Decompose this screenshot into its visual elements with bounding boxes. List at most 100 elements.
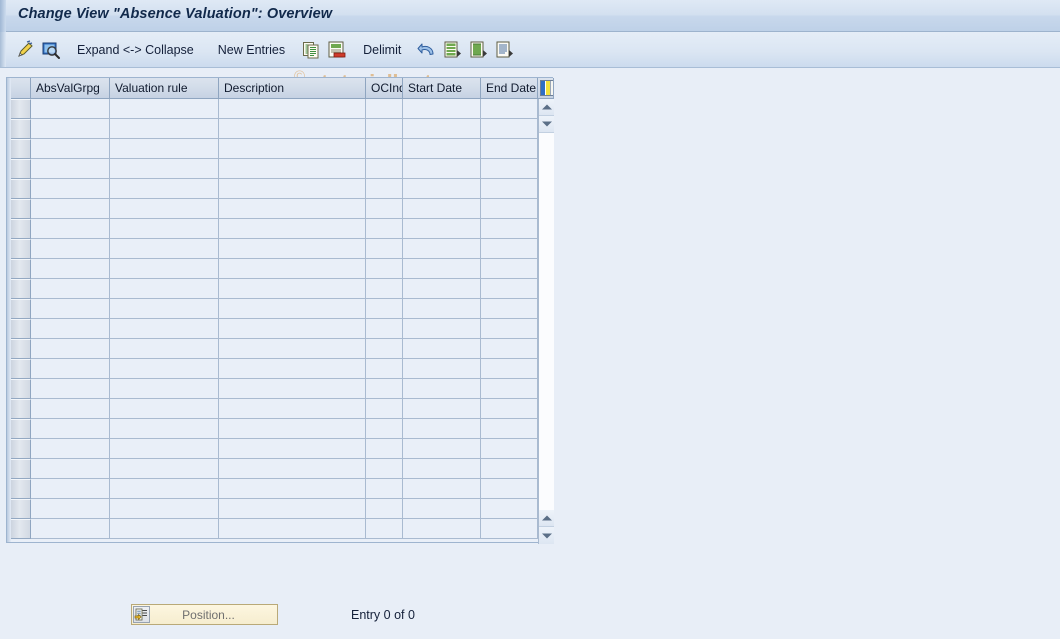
table-cell-start_date[interactable] (403, 239, 481, 259)
row-select-handle[interactable] (11, 219, 31, 239)
table-cell-description[interactable] (219, 159, 366, 179)
table-row[interactable] (11, 479, 554, 499)
table-row[interactable] (11, 419, 554, 439)
row-select-handle[interactable] (11, 119, 31, 139)
table-cell-valuation_rule[interactable] (110, 159, 219, 179)
table-cell-valuation_rule[interactable] (110, 379, 219, 399)
table-cell-absvalgrpg[interactable] (31, 439, 110, 459)
table-cell-absvalgrpg[interactable] (31, 399, 110, 419)
table-cell-description[interactable] (219, 519, 366, 539)
table-cell-ocind[interactable] (366, 359, 403, 379)
table-cell-start_date[interactable] (403, 319, 481, 339)
table-cell-description[interactable] (219, 479, 366, 499)
copy-as-button[interactable] (298, 37, 324, 63)
table-cell-description[interactable] (219, 139, 366, 159)
column-header-absvalgrpg[interactable]: AbsValGrpg (31, 78, 110, 99)
table-cell-absvalgrpg[interactable] (31, 179, 110, 199)
table-cell-start_date[interactable] (403, 339, 481, 359)
table-cell-end_date[interactable] (481, 499, 538, 519)
table-cell-start_date[interactable] (403, 279, 481, 299)
table-cell-description[interactable] (219, 199, 366, 219)
table-cell-absvalgrpg[interactable] (31, 139, 110, 159)
table-cell-start_date[interactable] (403, 159, 481, 179)
table-row[interactable] (11, 179, 554, 199)
table-row[interactable] (11, 439, 554, 459)
row-select-handle[interactable] (11, 179, 31, 199)
row-select-handle[interactable] (11, 99, 31, 119)
row-select-handle[interactable] (11, 279, 31, 299)
row-select-handle[interactable] (11, 239, 31, 259)
delimit-button[interactable]: Delimit (358, 37, 406, 63)
select-all-columns-button[interactable] (538, 78, 554, 99)
table-cell-end_date[interactable] (481, 199, 538, 219)
table-row[interactable] (11, 399, 554, 419)
table-cell-absvalgrpg[interactable] (31, 379, 110, 399)
table-cell-valuation_rule[interactable] (110, 359, 219, 379)
row-select-handle[interactable] (11, 499, 31, 519)
table-cell-valuation_rule[interactable] (110, 319, 219, 339)
table-cell-absvalgrpg[interactable] (31, 119, 110, 139)
table-cell-absvalgrpg[interactable] (31, 339, 110, 359)
row-select-handle[interactable] (11, 319, 31, 339)
table-cell-absvalgrpg[interactable] (31, 199, 110, 219)
scrollbar-track[interactable] (539, 133, 554, 510)
column-header-ocind[interactable]: OCInd (366, 78, 403, 99)
table-cell-end_date[interactable] (481, 159, 538, 179)
table-cell-end_date[interactable] (481, 139, 538, 159)
table-cell-ocind[interactable] (366, 119, 403, 139)
table-cell-end_date[interactable] (481, 399, 538, 419)
table-cell-end_date[interactable] (481, 299, 538, 319)
table-cell-absvalgrpg[interactable] (31, 219, 110, 239)
scroll-up-button-bottom[interactable] (539, 510, 554, 527)
table-cell-start_date[interactable] (403, 299, 481, 319)
table-cell-ocind[interactable] (366, 339, 403, 359)
table-cell-description[interactable] (219, 259, 366, 279)
row-select-handle[interactable] (11, 419, 31, 439)
column-header-valuation_rule[interactable]: Valuation rule (110, 78, 219, 99)
row-select-handle[interactable] (11, 379, 31, 399)
column-header-description[interactable]: Description (219, 78, 366, 99)
row-select-handle[interactable] (11, 359, 31, 379)
table-cell-valuation_rule[interactable] (110, 219, 219, 239)
table-cell-absvalgrpg[interactable] (31, 419, 110, 439)
table-cell-absvalgrpg[interactable] (31, 499, 110, 519)
table-cell-absvalgrpg[interactable] (31, 259, 110, 279)
table-cell-valuation_rule[interactable] (110, 439, 219, 459)
table-cell-ocind[interactable] (366, 279, 403, 299)
table-cell-ocind[interactable] (366, 239, 403, 259)
table-row[interactable] (11, 339, 554, 359)
table-cell-start_date[interactable] (403, 139, 481, 159)
table-cell-end_date[interactable] (481, 279, 538, 299)
table-cell-valuation_rule[interactable] (110, 419, 219, 439)
table-cell-start_date[interactable] (403, 359, 481, 379)
table-cell-valuation_rule[interactable] (110, 479, 219, 499)
row-select-handle[interactable] (11, 299, 31, 319)
row-select-handle[interactable] (11, 339, 31, 359)
table-cell-start_date[interactable] (403, 519, 481, 539)
scroll-up-button-top[interactable] (539, 99, 554, 116)
position-button[interactable]: Position... (131, 604, 278, 625)
table-cell-ocind[interactable] (366, 439, 403, 459)
table-row[interactable] (11, 99, 554, 119)
table-cell-description[interactable] (219, 499, 366, 519)
table-cell-description[interactable] (219, 219, 366, 239)
details-button[interactable] (38, 37, 64, 63)
table-cell-description[interactable] (219, 239, 366, 259)
table-row[interactable] (11, 359, 554, 379)
table-cell-end_date[interactable] (481, 99, 538, 119)
delete-button[interactable] (324, 37, 350, 63)
table-cell-valuation_rule[interactable] (110, 119, 219, 139)
table-cell-ocind[interactable] (366, 99, 403, 119)
row-select-handle[interactable] (11, 159, 31, 179)
table-cell-ocind[interactable] (366, 399, 403, 419)
table-cell-ocind[interactable] (366, 219, 403, 239)
table-cell-valuation_rule[interactable] (110, 239, 219, 259)
table-cell-start_date[interactable] (403, 259, 481, 279)
deselect-all-button[interactable] (466, 37, 492, 63)
table-cell-valuation_rule[interactable] (110, 299, 219, 319)
table-cell-absvalgrpg[interactable] (31, 459, 110, 479)
table-cell-start_date[interactable] (403, 499, 481, 519)
table-cell-absvalgrpg[interactable] (31, 299, 110, 319)
table-cell-absvalgrpg[interactable] (31, 239, 110, 259)
table-cell-end_date[interactable] (481, 519, 538, 539)
